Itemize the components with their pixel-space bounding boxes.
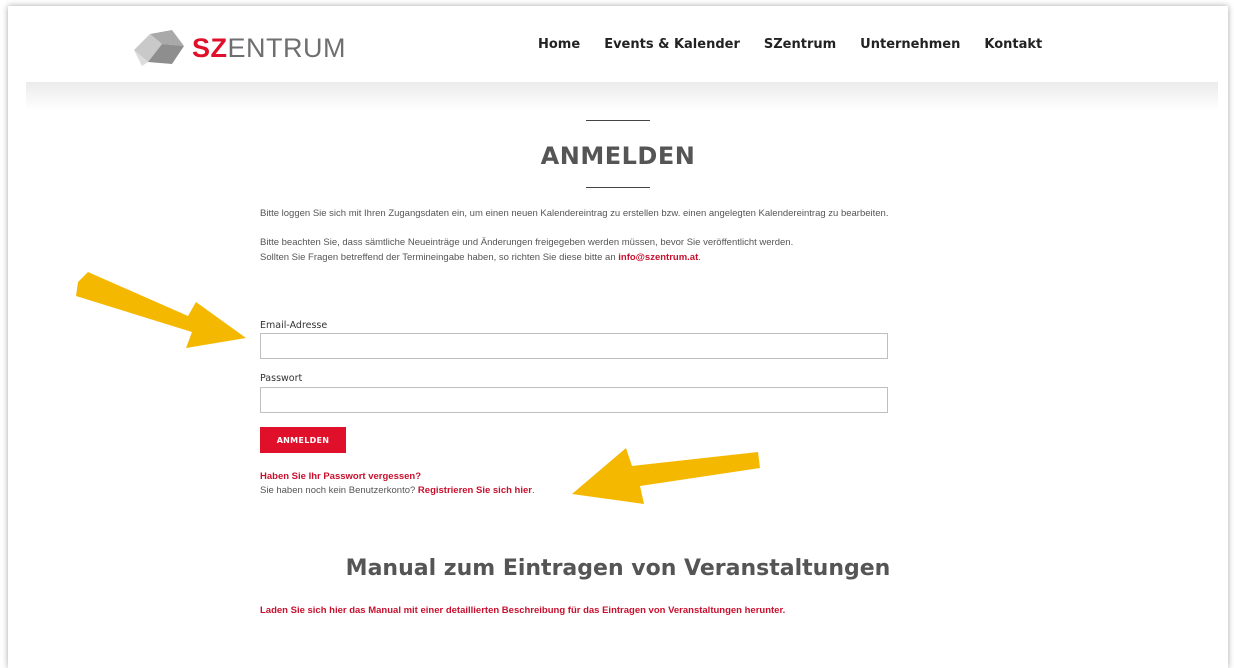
- title-rule-top: [586, 120, 650, 121]
- nav-item-kontakt[interactable]: Kontakt: [984, 37, 1042, 52]
- site-logo[interactable]: SZENTRUM: [132, 28, 346, 68]
- password-label: Passwort: [260, 373, 303, 384]
- register-line: Sie haben noch kein Benutzerkonto? Regis…: [260, 485, 535, 496]
- header-shadow: [26, 82, 1218, 110]
- notice-line: Bitte beachten Sie, dass sämtliche Neuei…: [260, 237, 794, 248]
- contact-suffix: .: [698, 252, 701, 263]
- forgot-password-link[interactable]: Haben Sie Ihr Passwort vergessen?: [260, 471, 421, 482]
- logo-prefix: SZ: [192, 32, 228, 63]
- page-title: ANMELDEN: [540, 142, 696, 170]
- login-submit-button[interactable]: ANMELDEN: [260, 427, 346, 453]
- nav-item-unternehmen[interactable]: Unternehmen: [860, 37, 960, 52]
- logo-wordmark: SZENTRUM: [192, 32, 347, 63]
- contact-email-link[interactable]: info@szentrum.at: [618, 252, 698, 263]
- main-nav: Home Events & Kalender SZentrum Unterneh…: [538, 37, 1066, 52]
- nav-item-szentrum[interactable]: SZentrum: [764, 37, 836, 52]
- register-link[interactable]: Registrieren Sie sich hier: [418, 485, 532, 496]
- arrow-annotation-icon: [76, 272, 246, 348]
- nav-item-home[interactable]: Home: [538, 37, 580, 52]
- manual-download-link[interactable]: Laden Sie sich hier das Manual mit einer…: [260, 605, 785, 616]
- title-rule-bottom: [586, 187, 650, 188]
- intro-text: Bitte loggen Sie sich mit Ihren Zugangsd…: [260, 206, 900, 279]
- register-prefix: Sie haben noch kein Benutzerkonto?: [260, 485, 416, 496]
- logo-suffix: ENTRUM: [227, 32, 347, 63]
- contact-prefix: Sollten Sie Fragen betreffend der Termin…: [260, 252, 616, 263]
- intro-paragraph: Bitte loggen Sie sich mit Ihren Zugangsd…: [260, 208, 889, 219]
- email-label: Email-Adresse: [260, 320, 328, 331]
- arrow-annotation-icon: [572, 448, 760, 504]
- manual-title: Manual zum Eintragen von Veranstaltungen: [345, 556, 891, 581]
- notice-paragraph: Bitte beachten Sie, dass sämtliche Neuei…: [260, 235, 900, 265]
- password-field[interactable]: [260, 387, 888, 413]
- title-block: ANMELDEN: [8, 120, 1228, 188]
- register-suffix: .: [531, 485, 535, 496]
- logo-icon: [134, 30, 184, 66]
- site-header: SZENTRUM Home Events & Kalender SZentrum…: [8, 6, 1228, 82]
- nav-item-events[interactable]: Events & Kalender: [604, 37, 740, 52]
- email-field[interactable]: [260, 333, 888, 359]
